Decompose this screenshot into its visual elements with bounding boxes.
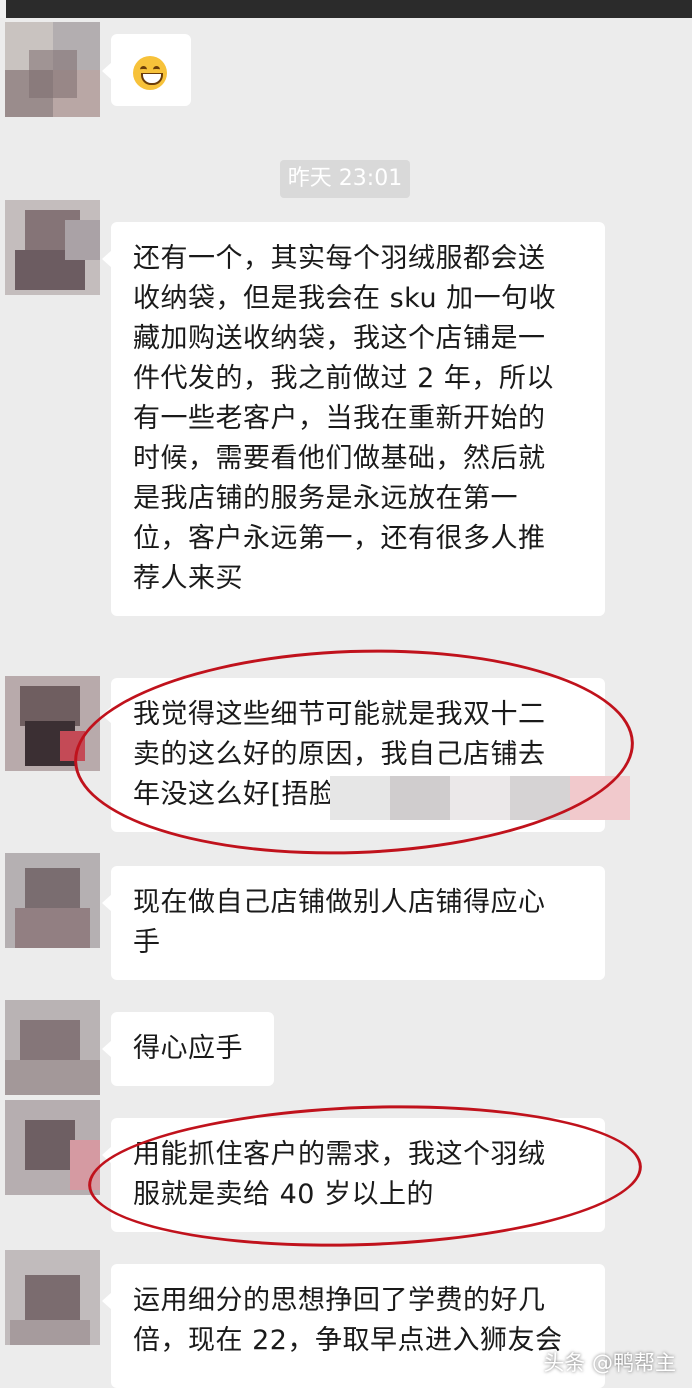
avatar[interactable] — [5, 853, 100, 948]
watermark: 头条 @鸭帮主 — [543, 1351, 676, 1375]
message-bubble[interactable]: 现在做自己店铺做别人店铺得应心 手 — [102, 866, 605, 980]
avatar[interactable] — [5, 22, 100, 117]
message-line: 荐人来买 — [133, 563, 243, 594]
message-line: 收纳袋，但是我会在 sku 加一句收 — [133, 283, 557, 314]
message-line: 手 — [133, 927, 161, 958]
message-bubble[interactable] — [102, 34, 191, 106]
message-bubble[interactable]: 还有一个，其实每个羽绒服都会送 收纳袋，但是我会在 sku 加一句收 藏加购送收… — [102, 222, 605, 616]
grinning-face-icon — [133, 55, 167, 90]
message-line: 藏加购送收纳袋，我这个店铺是一 — [133, 323, 546, 354]
message-line: 现在做自己店铺做别人店铺得应心 — [133, 887, 546, 918]
message-line: 得心应手 — [133, 1033, 243, 1064]
timestamp-badge: 昨天 23:01 — [280, 160, 410, 198]
message-line: 运用细分的思想挣回了学费的好几 — [133, 1285, 546, 1316]
message-line: 还有一个，其实每个羽绒服都会送 — [133, 243, 546, 274]
avatar[interactable] — [5, 1250, 100, 1345]
top-dark-strip — [0, 0, 692, 18]
message-bubble[interactable]: 得心应手 — [102, 1012, 274, 1086]
message-line: 件代发的，我之前做过 2 年，所以 — [133, 363, 554, 394]
message-line: 时候，需要看他们做基础，然后就 — [133, 443, 546, 474]
avatar[interactable] — [5, 200, 100, 295]
avatar[interactable] — [5, 1000, 100, 1095]
message-line: 是我店铺的服务是永远放在第一 — [133, 483, 518, 514]
message-line: 倍，现在 22，争取早点进入狮友会 — [133, 1325, 563, 1356]
message-line: 有一些老客户，当我在重新开始的 — [133, 403, 546, 434]
message-line: 位，客户永远第一，还有很多人推 — [133, 523, 546, 554]
avatar[interactable] — [5, 1100, 100, 1195]
message-bubble[interactable]: 运用细分的思想挣回了学费的好几 倍，现在 22，争取早点进入狮友会 — [102, 1264, 605, 1388]
